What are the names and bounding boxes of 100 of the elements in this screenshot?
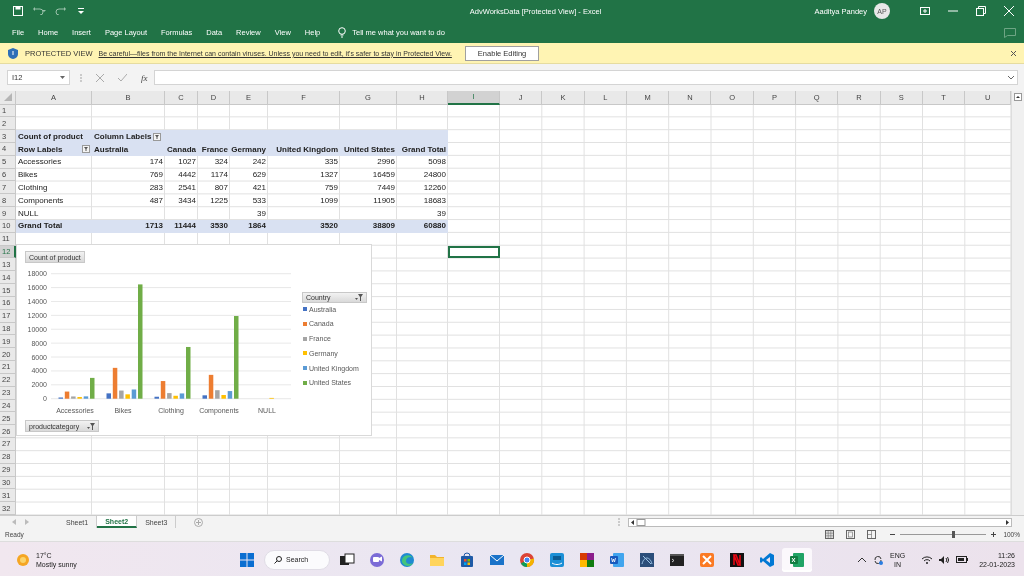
cross-app-icon[interactable] bbox=[699, 551, 715, 568]
filter-icon[interactable] bbox=[355, 294, 363, 301]
normal-view-icon[interactable] bbox=[825, 530, 835, 539]
vertical-scrollbar[interactable] bbox=[1011, 91, 1024, 515]
table-cell-text: 1027 bbox=[177, 156, 197, 169]
store-icon[interactable] bbox=[459, 551, 475, 568]
table-cell-text: Count of product bbox=[17, 130, 84, 143]
table-cell-text: 18683 bbox=[422, 194, 447, 207]
table-cell-text: Grand Total bbox=[400, 143, 447, 156]
lightbulb-icon[interactable] bbox=[338, 27, 347, 38]
table-cell-text: 1327 bbox=[319, 169, 339, 182]
horizontal-scrollbar[interactable] bbox=[628, 517, 1013, 527]
minimize-icon[interactable] bbox=[948, 7, 958, 15]
chevron-up-icon[interactable] bbox=[858, 557, 866, 562]
browser-icon[interactable] bbox=[399, 551, 415, 568]
wifi-icon[interactable] bbox=[922, 555, 933, 564]
page-layout-icon[interactable] bbox=[846, 530, 856, 539]
close-icon[interactable] bbox=[1010, 49, 1017, 57]
table-cell-text: 4442 bbox=[177, 169, 197, 182]
zoom-in-icon[interactable] bbox=[991, 532, 997, 537]
table-cell-text: 1864 bbox=[247, 220, 267, 233]
table-cell-text: 1174 bbox=[209, 169, 229, 182]
browser-icon[interactable] bbox=[519, 551, 535, 568]
table-cell-text: Canada bbox=[166, 143, 197, 156]
task-view-icon[interactable] bbox=[339, 551, 355, 568]
table-cell-text: 487 bbox=[148, 194, 164, 207]
more-icon bbox=[618, 518, 621, 526]
document-app-icon[interactable] bbox=[609, 551, 625, 568]
undo-icon[interactable] bbox=[32, 7, 46, 15]
table-cell-text: 759 bbox=[323, 182, 339, 194]
table-cell-text: 3530 bbox=[209, 220, 229, 233]
code-editor-icon[interactable] bbox=[759, 551, 775, 568]
scroll-up-icon[interactable] bbox=[1014, 93, 1022, 101]
table-cell-text: 1713 bbox=[144, 220, 164, 233]
table-cell-text: 5098 bbox=[427, 156, 447, 169]
table-cell-text: Clothing bbox=[17, 182, 49, 194]
terminal-icon[interactable] bbox=[669, 551, 685, 568]
video-app-icon[interactable] bbox=[549, 551, 565, 568]
media-app-icon[interactable] bbox=[729, 551, 745, 568]
table-cell-text: 769 bbox=[148, 169, 164, 182]
redo-icon[interactable] bbox=[55, 7, 69, 15]
table-cell-text: France bbox=[200, 143, 229, 156]
table-cell-text: 38809 bbox=[371, 220, 396, 233]
expand-icon[interactable] bbox=[1008, 75, 1014, 80]
table-cell-text: 3434 bbox=[177, 194, 197, 207]
table-cell-text: 2541 bbox=[177, 182, 197, 194]
selected-cell[interactable] bbox=[448, 245, 500, 259]
table-cell-text: 3520 bbox=[319, 220, 339, 233]
table-cell-text: Bikes bbox=[17, 169, 39, 182]
customize-icon[interactable] bbox=[78, 8, 84, 14]
search-icon[interactable] bbox=[274, 555, 282, 564]
table-cell-text: 11905 bbox=[372, 194, 396, 207]
table-cell-text: 24800 bbox=[422, 169, 447, 182]
shield-icon bbox=[8, 47, 18, 59]
table-cell-text: NULL bbox=[17, 207, 40, 220]
table-cell-text: 16459 bbox=[371, 169, 396, 182]
table-cell-text: United Kingdom bbox=[275, 143, 339, 156]
table-cell-text: 1225 bbox=[209, 194, 229, 207]
table-cell-text: 1099 bbox=[319, 194, 339, 207]
filter-icon[interactable] bbox=[153, 132, 162, 141]
slider-thumb[interactable] bbox=[952, 531, 956, 538]
volume-icon[interactable] bbox=[939, 555, 950, 564]
table-cell-text: Germany bbox=[230, 143, 267, 156]
ribbon-display-icon[interactable] bbox=[920, 7, 930, 15]
table-cell-text: 39 bbox=[436, 207, 447, 220]
table-cell-text: 12260 bbox=[422, 182, 447, 194]
table-cell-text: Grand Total bbox=[17, 220, 64, 233]
table-cell: Row Labels bbox=[18, 143, 63, 156]
table-cell-text: 11444 bbox=[173, 220, 197, 233]
spreadsheet-app-icon[interactable] bbox=[789, 551, 805, 568]
filter-icon[interactable] bbox=[82, 145, 90, 154]
table-cell-text: 7449 bbox=[376, 182, 396, 194]
table-cell-text: 533 bbox=[251, 194, 267, 207]
caret-icon[interactable] bbox=[60, 76, 65, 79]
insert-function-button[interactable]: fx bbox=[141, 72, 148, 83]
restore-icon[interactable] bbox=[976, 6, 986, 16]
table-cell-text: 283 bbox=[148, 182, 164, 194]
zoom-out-icon[interactable] bbox=[890, 532, 896, 537]
formula-input[interactable] bbox=[153, 70, 1018, 85]
table-cell-text: 174 bbox=[148, 156, 164, 169]
table-cell-text: 335 bbox=[323, 156, 339, 169]
table-cell-text: 324 bbox=[213, 156, 229, 169]
table-cell-text: Accessories bbox=[17, 156, 63, 169]
tile-app-icon[interactable] bbox=[579, 551, 595, 568]
start-icon[interactable] bbox=[239, 551, 255, 568]
table-cell-text: 421 bbox=[251, 182, 267, 194]
chat-icon[interactable] bbox=[369, 551, 385, 568]
battery-icon[interactable] bbox=[956, 556, 969, 563]
table-cell-text: Components bbox=[17, 194, 65, 207]
filter-icon[interactable] bbox=[87, 422, 95, 430]
table-cell: Column Labels bbox=[94, 130, 152, 143]
sun-icon bbox=[16, 552, 30, 567]
table-cell-text: 629 bbox=[251, 169, 267, 182]
save-icon[interactable] bbox=[13, 6, 23, 16]
table-cell-text: 60880 bbox=[422, 220, 447, 233]
sync-icon[interactable] bbox=[873, 554, 883, 565]
network-app-icon[interactable] bbox=[639, 551, 655, 568]
table-cell-text: 807 bbox=[213, 182, 229, 194]
page-break-icon[interactable] bbox=[867, 530, 877, 539]
table-cell-text: Australia bbox=[93, 143, 130, 156]
